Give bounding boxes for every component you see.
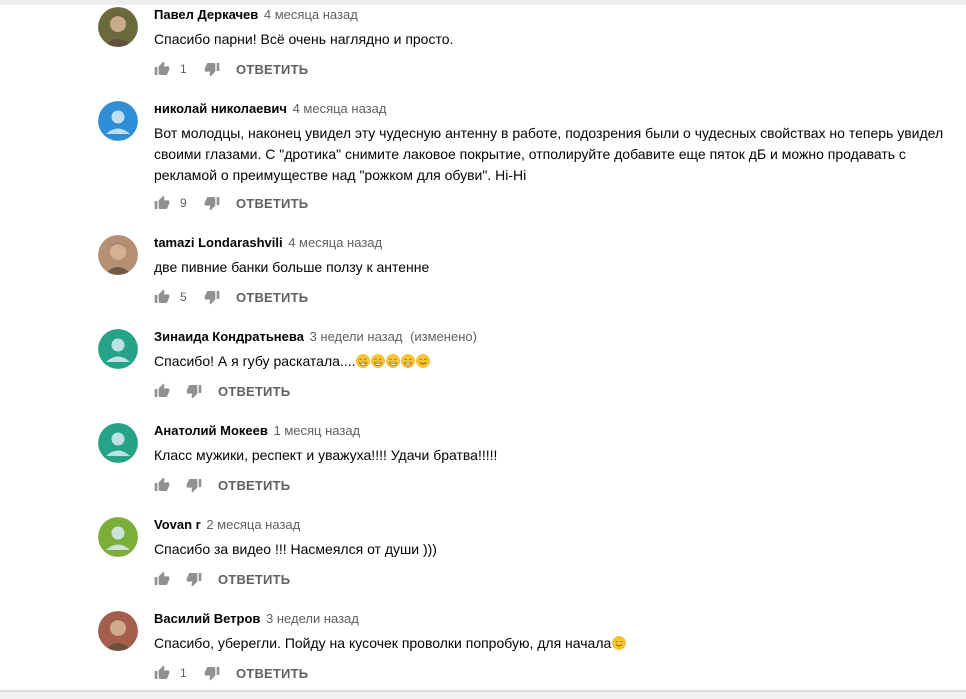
comment-text: Спасибо, уберегли. Пойду на кусочек пров… (154, 633, 964, 654)
smile-emoji (612, 635, 627, 650)
grin-emoji (386, 353, 401, 368)
avatar[interactable] (98, 517, 138, 557)
comment-author[interactable]: николай николаевич (154, 101, 287, 116)
comment-header: Зинаида Кондратьнева 3 недели назад (изм… (154, 329, 964, 345)
comment-text-content: Спасибо парни! Всё очень наглядно и прос… (154, 31, 454, 47)
comment-time[interactable]: 2 месяца назад (206, 517, 300, 532)
comment-text: Вот молодцы, наконец увидел эту чудесную… (154, 123, 964, 186)
grin-emoji (356, 353, 371, 368)
like-count: 1 (180, 62, 187, 76)
comment-text: Спасибо парни! Всё очень наглядно и прос… (154, 29, 964, 50)
reply-button[interactable]: ОТВЕТИТЬ (218, 572, 290, 587)
comment-header: николай николаевич 4 месяца назад (154, 101, 964, 117)
comment-text-content: Класс мужики, респект и уважуха!!!! Удач… (154, 447, 498, 463)
avatar[interactable] (98, 235, 138, 275)
thumbs-up-icon[interactable] (154, 289, 170, 305)
comment-text-content: Вот молодцы, наконец увидел эту чудесную… (154, 125, 944, 183)
comment-text: две пивние банки больше ползу к антенне (154, 257, 964, 278)
thumbs-down-icon[interactable] (186, 383, 202, 399)
comment-time[interactable]: 1 месяц назад (274, 423, 361, 438)
avatar[interactable] (98, 7, 138, 47)
comment-header: tamazi Londarashvili 4 месяца назад (154, 235, 964, 251)
grin-emoji (401, 353, 416, 368)
thumbs-down-icon[interactable] (186, 571, 202, 587)
reply-button[interactable]: ОТВЕТИТЬ (236, 196, 308, 211)
thumbs-up-icon[interactable] (154, 61, 170, 77)
emoji-row (355, 353, 431, 369)
avatar[interactable] (98, 329, 138, 369)
comment-actions: ОТВЕТИТЬ (154, 475, 290, 495)
comment-author[interactable]: Vovan r (154, 517, 201, 532)
comment-actions: 1 ОТВЕТИТЬ (154, 663, 308, 683)
comment-time[interactable]: 4 месяца назад (288, 235, 382, 250)
comment-header: Анатолий Мокеев 1 месяц назад (154, 423, 964, 439)
comment-author[interactable]: Зинаида Кондратьнева (154, 329, 304, 344)
comment-author[interactable]: tamazi Londarashvili (154, 235, 283, 250)
thumbs-up-icon[interactable] (154, 477, 170, 493)
bottom-strip (0, 692, 966, 699)
thumbs-down-icon[interactable] (186, 477, 202, 493)
comment-text-content: две пивние банки больше ползу к антенне (154, 259, 430, 275)
comment-author[interactable]: Анатолий Мокеев (154, 423, 268, 438)
comment-time[interactable]: 4 месяца назад (264, 7, 358, 22)
top-divider (0, 0, 966, 5)
comment-actions: ОТВЕТИТЬ (154, 569, 290, 589)
comment-actions: 1 ОТВЕТИТЬ (154, 59, 308, 79)
comment-text: Спасибо за видео !!! Насмеялся от души )… (154, 539, 964, 560)
reply-button[interactable]: ОТВЕТИТЬ (218, 384, 290, 399)
edited-label: (изменено) (410, 329, 477, 344)
thumbs-down-icon[interactable] (204, 289, 220, 305)
thumbs-up-icon[interactable] (154, 195, 170, 211)
comment-text-content: Спасибо! А я губу раскатала.... (154, 353, 356, 369)
avatar[interactable] (98, 423, 138, 463)
comment-text-content: Спасибо за видео !!! Насмеялся от души )… (154, 541, 437, 557)
comment-header: Павел Деркачев 4 месяца назад (154, 7, 964, 23)
avatar[interactable] (98, 101, 138, 141)
thumbs-up-icon[interactable] (154, 383, 170, 399)
thumbs-down-icon[interactable] (204, 665, 220, 681)
comment-text: Класс мужики, респект и уважуха!!!! Удач… (154, 445, 964, 466)
reply-button[interactable]: ОТВЕТИТЬ (236, 62, 308, 77)
reply-button[interactable]: ОТВЕТИТЬ (218, 478, 290, 493)
comment-actions: 5 ОТВЕТИТЬ (154, 287, 308, 307)
smile-emoji (416, 353, 431, 368)
comment-time[interactable]: 3 недели назад (310, 329, 403, 344)
like-count: 9 (180, 196, 187, 210)
emoji-row (611, 635, 627, 651)
grin-emoji (371, 353, 386, 368)
avatar[interactable] (98, 611, 138, 651)
like-count: 1 (180, 666, 187, 680)
like-count: 5 (180, 290, 187, 304)
thumbs-down-icon[interactable] (204, 61, 220, 77)
thumbs-down-icon[interactable] (204, 195, 220, 211)
comment-text: Спасибо! А я губу раскатала.... (154, 351, 964, 372)
comment-text-content: Спасибо, уберегли. Пойду на кусочек пров… (154, 635, 612, 651)
comment-author[interactable]: Василий Ветров (154, 611, 260, 626)
comment-author[interactable]: Павел Деркачев (154, 7, 258, 22)
comment-header: Vovan r 2 месяца назад (154, 517, 964, 533)
reply-button[interactable]: ОТВЕТИТЬ (236, 290, 308, 305)
comment-header: Василий Ветров 3 недели назад (154, 611, 964, 627)
thumbs-up-icon[interactable] (154, 665, 170, 681)
comment-time[interactable]: 3 недели назад (266, 611, 359, 626)
comment-time[interactable]: 4 месяца назад (293, 101, 387, 116)
comment-actions: 9 ОТВЕТИТЬ (154, 193, 308, 213)
reply-button[interactable]: ОТВЕТИТЬ (236, 666, 308, 681)
comment-actions: ОТВЕТИТЬ (154, 381, 290, 401)
thumbs-up-icon[interactable] (154, 571, 170, 587)
